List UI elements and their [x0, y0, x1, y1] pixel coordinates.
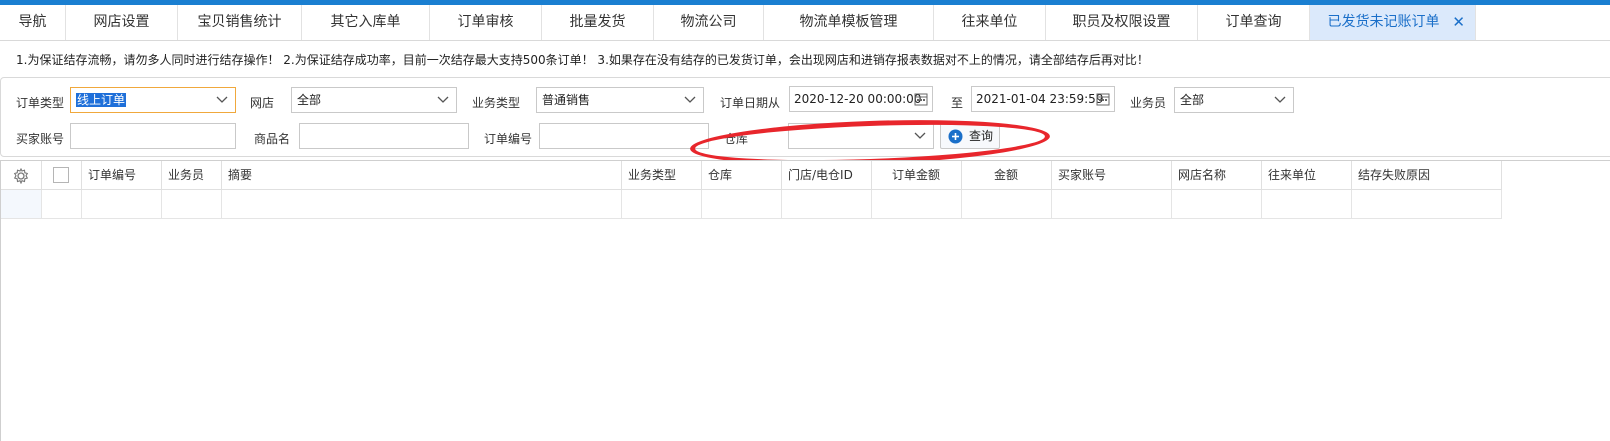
- product-input[interactable]: [299, 123, 469, 149]
- notice-text: 1.为保证结存流畅，请勿多人同时进行结存操作！ 2.为保证结存成功率，目前一次结…: [16, 53, 1149, 67]
- order-no-label: 订单编号: [484, 132, 533, 146]
- chevron-down-icon: [1274, 96, 1286, 103]
- col-amount[interactable]: 金额: [962, 161, 1052, 190]
- col-order-no[interactable]: 订单编号: [82, 161, 162, 190]
- chevron-down-icon: [216, 96, 228, 103]
- tab-label: 宝贝销售统计: [197, 14, 282, 30]
- tab-other-inbound[interactable]: 其它入库单: [302, 5, 430, 40]
- tab-shop-settings[interactable]: 网店设置: [66, 5, 178, 40]
- order-type-value: 线上订单: [76, 93, 127, 107]
- tab-label: 导航: [18, 14, 47, 30]
- table-row-cell: [1, 190, 42, 219]
- tab-label: 往来单位: [961, 14, 1018, 30]
- order-no-input[interactable]: [539, 123, 709, 149]
- col-partner[interactable]: 往来单位: [1262, 161, 1352, 190]
- tab-label: 网店设置: [93, 14, 150, 30]
- table-row-cell: [1352, 190, 1502, 219]
- tab-bar: 导航 网店设置 宝贝销售统计 其它入库单 订单审核 批量发货 物流公司 物流单模…: [0, 5, 1610, 41]
- select-all-checkbox[interactable]: [53, 167, 69, 183]
- order-type-label: 订单类型: [16, 96, 65, 110]
- grid-settings-cell[interactable]: [1, 161, 42, 190]
- tab-label: 其它入库单: [330, 14, 401, 30]
- table-row-cell: [1052, 190, 1172, 219]
- buyer-label: 买家账号: [16, 132, 65, 146]
- table-row-cell: [1172, 190, 1262, 219]
- table-row-cell: [872, 190, 962, 219]
- table-row-cell: [42, 190, 82, 219]
- tab-waybill-template[interactable]: 物流单模板管理: [764, 5, 934, 40]
- tab-logistics[interactable]: 物流公司: [654, 5, 764, 40]
- table-row-cell: [962, 190, 1052, 219]
- date-to-value: 2021-01-04 23:59:59: [976, 92, 1104, 106]
- tab-sales-stats[interactable]: 宝贝销售统计: [178, 5, 302, 40]
- shop-value: 全部: [297, 93, 322, 107]
- tab-label: 订单查询: [1225, 14, 1282, 30]
- gear-icon: [13, 168, 29, 184]
- close-icon[interactable]: ✕: [1452, 5, 1465, 40]
- table-row-cell: [82, 190, 162, 219]
- shop-select[interactable]: 全部: [291, 87, 457, 113]
- col-warehouse[interactable]: 仓库: [702, 161, 782, 190]
- table-row-cell: [162, 190, 222, 219]
- biz-type-value: 普通销售: [542, 93, 591, 107]
- product-label: 商品名: [254, 132, 291, 146]
- tab-partners[interactable]: 往来单位: [934, 5, 1046, 40]
- shop-label: 网店: [250, 96, 275, 110]
- table-row-cell: [1262, 190, 1352, 219]
- col-store-id[interactable]: 门店/电仓ID: [782, 161, 872, 190]
- date-to-input[interactable]: 2021-01-04 23:59:59: [971, 86, 1115, 112]
- chevron-down-icon: [684, 96, 696, 103]
- biz-type-select[interactable]: 普通销售: [536, 87, 704, 113]
- tab-order-review[interactable]: 订单审核: [430, 5, 542, 40]
- col-salesman[interactable]: 业务员: [162, 161, 222, 190]
- buyer-input[interactable]: [70, 123, 236, 149]
- date-from-value: 2020-12-20 00:00:00: [794, 92, 922, 106]
- biz-type-label: 业务类型: [472, 96, 521, 110]
- tab-label: 批量发货: [569, 14, 626, 30]
- tab-label: 物流公司: [680, 14, 737, 30]
- table-row-cell: [222, 190, 622, 219]
- table-row-cell: [702, 190, 782, 219]
- tab-label: 已发货未记账订单: [1327, 14, 1440, 30]
- tab-shipped-unposted[interactable]: 已发货未记账订单 ✕: [1310, 5, 1476, 40]
- tab-order-query[interactable]: 订单查询: [1198, 5, 1310, 40]
- col-biz-type[interactable]: 业务类型: [622, 161, 702, 190]
- tab-label: 订单审核: [457, 14, 514, 30]
- date-to-label: 至: [951, 96, 964, 110]
- col-buyer[interactable]: 买家账号: [1052, 161, 1172, 190]
- table-row-cell: [622, 190, 702, 219]
- chevron-down-icon: [437, 96, 449, 103]
- calendar-icon[interactable]: [914, 92, 928, 106]
- salesman-value: 全部: [1180, 93, 1205, 107]
- col-summary[interactable]: 摘要: [222, 161, 622, 190]
- salesman-label: 业务员: [1130, 96, 1167, 110]
- col-shop-name[interactable]: 网店名称: [1172, 161, 1262, 190]
- select-all-cell: [42, 161, 82, 190]
- tab-batch-ship[interactable]: 批量发货: [542, 5, 654, 40]
- tab-staff-permissions[interactable]: 职员及权限设置: [1046, 5, 1198, 40]
- order-type-select[interactable]: 线上订单: [70, 87, 236, 113]
- date-from-input[interactable]: 2020-12-20 00:00:00: [789, 86, 933, 112]
- tab-label: 职员及权限设置: [1072, 14, 1171, 30]
- tab-navigation[interactable]: 导航: [0, 5, 66, 40]
- tab-label: 物流单模板管理: [799, 14, 898, 30]
- calendar-icon[interactable]: [1096, 92, 1110, 106]
- data-grid: 订单编号 业务员 摘要 业务类型 仓库 门店/电仓ID 订单金额 金额 买家账号…: [0, 160, 1610, 441]
- col-fail-reason[interactable]: 结存失败原因: [1352, 161, 1502, 190]
- date-from-label: 订单日期从: [720, 96, 781, 110]
- col-order-amount[interactable]: 订单金额: [872, 161, 962, 190]
- table-row-cell: [782, 190, 872, 219]
- salesman-select[interactable]: 全部: [1174, 87, 1294, 113]
